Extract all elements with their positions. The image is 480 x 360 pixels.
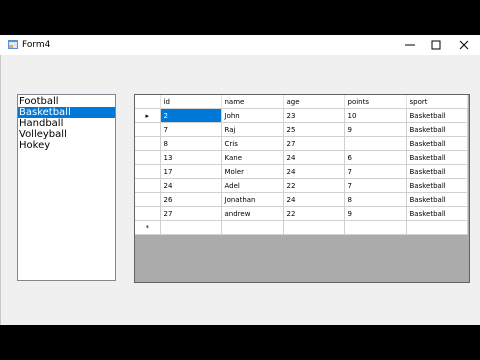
table-row[interactable]: 7 Raj 25 9 Basketball: [135, 122, 468, 137]
table-cell-selected[interactable]: 2: [160, 108, 222, 123]
table-cell[interactable]: [344, 220, 407, 235]
table-row[interactable]: ▸ 2 John 23 10 Basketball: [135, 108, 468, 123]
row-header[interactable]: [135, 122, 161, 137]
current-row-icon[interactable]: ▸: [135, 108, 161, 123]
row-header[interactable]: [135, 178, 161, 193]
row-header[interactable]: [135, 206, 161, 221]
table-cell[interactable]: 9: [344, 206, 407, 221]
close-icon: [459, 40, 469, 50]
table-cell[interactable]: Basketball: [406, 150, 468, 165]
table-cell[interactable]: Kane: [221, 150, 284, 165]
table-cell[interactable]: Basketball: [406, 192, 468, 207]
list-item-selected[interactable]: Basketball: [18, 107, 115, 118]
table-cell[interactable]: Raj: [221, 122, 284, 137]
data-grid[interactable]: id name age points sport ▸ 2 John 23 10 …: [134, 94, 470, 283]
table-cell[interactable]: [221, 220, 284, 235]
table-cell[interactable]: Moler: [221, 164, 284, 179]
minimize-icon: [405, 44, 415, 46]
row-header[interactable]: [135, 192, 161, 207]
table-row[interactable]: 24 Adel 22 7 Basketball: [135, 178, 468, 193]
table-cell[interactable]: 8: [344, 192, 407, 207]
new-row-icon[interactable]: *: [135, 220, 161, 235]
window-border: [0, 55, 1, 325]
table-cell[interactable]: Adel: [221, 178, 284, 193]
table-cell[interactable]: Basketball: [406, 136, 468, 151]
table-row[interactable]: 13 Kane 24 6 Basketball: [135, 150, 468, 165]
column-header[interactable]: name: [221, 95, 284, 109]
column-header[interactable]: sport: [406, 95, 468, 109]
table-cell[interactable]: 9: [344, 122, 407, 137]
table-cell[interactable]: 24: [283, 150, 345, 165]
table-cell[interactable]: 7: [160, 122, 222, 137]
list-item[interactable]: Hokey: [18, 140, 115, 151]
maximize-icon: [431, 40, 441, 50]
table-cell[interactable]: 23: [283, 108, 345, 123]
table-row[interactable]: 8 Cris 27 Basketball: [135, 136, 468, 151]
table-cell[interactable]: John: [221, 108, 284, 123]
table-cell[interactable]: 8: [160, 136, 222, 151]
table-cell[interactable]: Basketball: [406, 178, 468, 193]
app-icon: [8, 40, 18, 49]
table-cell[interactable]: Jonathan: [221, 192, 284, 207]
maximize-button[interactable]: [422, 35, 450, 55]
column-header[interactable]: id: [160, 95, 222, 109]
row-header[interactable]: [135, 150, 161, 165]
table-cell[interactable]: 24: [283, 192, 345, 207]
column-header[interactable]: points: [344, 95, 407, 109]
table-cell[interactable]: 27: [160, 206, 222, 221]
table-cell[interactable]: 17: [160, 164, 222, 179]
table-row[interactable]: 17 Moler 24 7 Basketball: [135, 164, 468, 179]
close-button[interactable]: [450, 35, 478, 55]
row-header[interactable]: [135, 136, 161, 151]
list-item[interactable]: Handball: [18, 118, 115, 129]
sports-listbox[interactable]: Football Basketball Handball Volleyball …: [17, 94, 116, 281]
table-cell[interactable]: 27: [283, 136, 345, 151]
table-cell[interactable]: 25: [283, 122, 345, 137]
list-item[interactable]: Football: [18, 96, 115, 107]
table-cell[interactable]: [344, 136, 407, 151]
title-bar[interactable]: Form4: [0, 35, 480, 55]
list-item[interactable]: Volleyball: [18, 129, 115, 140]
table-cell[interactable]: 22: [283, 206, 345, 221]
table-row[interactable]: 27 andrew 22 9 Basketball: [135, 206, 468, 221]
table-cell[interactable]: 6: [344, 150, 407, 165]
minimize-button[interactable]: [396, 35, 424, 55]
table-cell[interactable]: Basketball: [406, 108, 468, 123]
table-cell[interactable]: [406, 220, 468, 235]
row-header[interactable]: [135, 164, 161, 179]
form-window: Form4 Football Basketball Handball Volle…: [0, 35, 480, 325]
table-cell[interactable]: [160, 220, 222, 235]
table-cell[interactable]: Cris: [221, 136, 284, 151]
table-row[interactable]: 26 Jonathan 24 8 Basketball: [135, 192, 468, 207]
table-cell[interactable]: 26: [160, 192, 222, 207]
column-header[interactable]: age: [283, 95, 345, 109]
table-cell[interactable]: [283, 220, 345, 235]
table-cell[interactable]: 7: [344, 164, 407, 179]
table-cell[interactable]: Basketball: [406, 164, 468, 179]
table-cell[interactable]: 22: [283, 178, 345, 193]
table-cell[interactable]: Basketball: [406, 206, 468, 221]
table-cell[interactable]: Basketball: [406, 122, 468, 137]
corner-header[interactable]: [135, 95, 161, 109]
grid-table: id name age points sport ▸ 2 John 23 10 …: [135, 95, 468, 235]
table-cell[interactable]: andrew: [221, 206, 284, 221]
table-cell[interactable]: 24: [160, 178, 222, 193]
table-cell[interactable]: 24: [283, 164, 345, 179]
table-cell[interactable]: 10: [344, 108, 407, 123]
table-cell[interactable]: 13: [160, 150, 222, 165]
new-row[interactable]: *: [135, 220, 468, 235]
window-title: Form4: [22, 40, 51, 50]
header-row: id name age points sport: [135, 95, 468, 109]
table-cell[interactable]: 7: [344, 178, 407, 193]
